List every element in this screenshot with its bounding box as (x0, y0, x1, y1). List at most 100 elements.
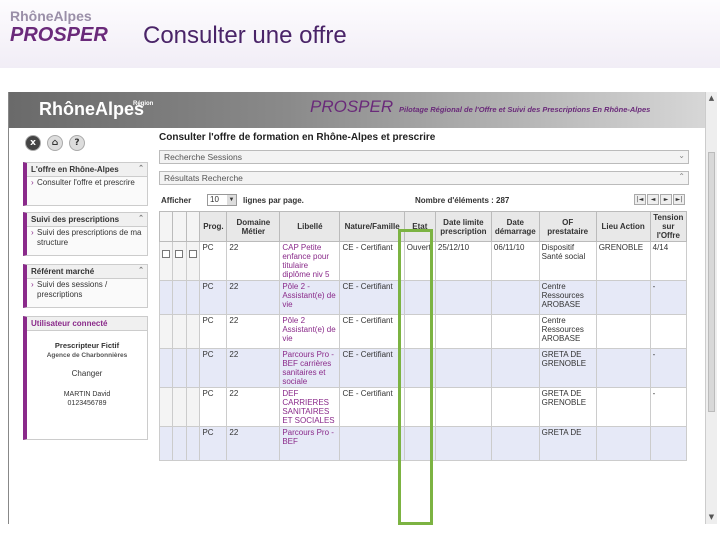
cell-domaine: 22 (226, 387, 281, 427)
banner-logo: RhôneAlpes (39, 99, 145, 119)
edit-icon[interactable] (162, 250, 170, 258)
expand-icon[interactable]: ⌄ (678, 151, 685, 160)
show-label: Afficher (161, 196, 192, 205)
cell-prog: PC (199, 280, 228, 315)
cell-tension (649, 314, 688, 349)
cell-nature: CE - Certifiant (339, 314, 405, 349)
cell-nature: CE - Certifiant (339, 387, 405, 427)
etat-column-highlight (398, 229, 433, 525)
cell-prog: PC (199, 348, 228, 388)
sidebar-heading[interactable]: L'offre en Rhône-Alpes ⌃ (27, 163, 147, 177)
column-header[interactable]: Tension sur l'Offre (649, 211, 688, 242)
collapse-icon[interactable]: ⌃ (678, 172, 685, 181)
icon-col (158, 211, 174, 242)
print-icon[interactable] (175, 250, 184, 258)
close-icon[interactable]: x (25, 135, 41, 151)
per-page-select[interactable]: 10 ▼ (207, 194, 237, 206)
slide-title: Consulter une offre (143, 22, 347, 49)
cell-libelle[interactable]: Parcours Pro - BEF carrières sanitaires … (279, 348, 341, 388)
cell-domaine: 22 (226, 348, 281, 388)
sidebar-link-consulter[interactable]: Consulter l'offre et prescrire (27, 177, 147, 205)
cell-prog: PC (199, 387, 228, 427)
cell-of: GRETA DE GRENOBLE (538, 387, 597, 427)
cell-of: Centre Ressources AROBASE (538, 280, 597, 315)
cell-tension: - (649, 280, 688, 315)
home-icon[interactable]: ⌂ (47, 135, 63, 151)
sidebar-heading[interactable]: Suivi des prescriptions ⌃ (27, 213, 147, 227)
column-header[interactable]: Date démarrage (490, 211, 540, 242)
cell-domaine: 22 (226, 426, 281, 461)
cell-prog: PC (199, 426, 228, 461)
column-header[interactable]: Nature/Famille (339, 211, 405, 242)
cell-libelle[interactable]: DEF CARRIERES SANITAIRES ET SOCIALES (279, 387, 341, 427)
result-count: Nombre d'éléments : 287 (415, 196, 510, 205)
column-header[interactable]: Libellé (279, 211, 341, 242)
cell-lieu (595, 348, 651, 388)
app-banner: RhôneAlpes Région PROSPER Pilotage Régio… (9, 92, 706, 128)
user-agency: Agence de Charbonnières (46, 352, 128, 359)
chevron-down-icon[interactable]: ▼ (227, 195, 236, 205)
slide-logo-prosper: PROSPER (10, 24, 108, 46)
document-icon[interactable] (188, 250, 197, 258)
cell-of: GRETA DE GRENOBLE (538, 348, 597, 388)
search-results-accordion[interactable]: Résultats Recherche ⌃ (159, 171, 689, 185)
cell-date-limite (434, 387, 492, 427)
next-page-icon[interactable]: ► (660, 194, 672, 205)
help-icon[interactable]: ? (69, 135, 85, 151)
cell-tension (649, 426, 688, 461)
cell-date-demarrage: 06/11/10 (490, 241, 540, 281)
cell-libelle[interactable]: Parcours Pro - BEF (279, 426, 341, 461)
app-screenshot: RhôneAlpes Région PROSPER Pilotage Régio… (8, 92, 718, 524)
cell-nature (339, 426, 405, 461)
cell-tension: - (649, 348, 688, 388)
last-page-icon[interactable]: ►| (673, 194, 685, 205)
cell-tension: - (649, 387, 688, 427)
cell-date-limite: 25/12/10 (434, 241, 492, 281)
column-header[interactable]: OF prestataire (538, 211, 597, 242)
cell-date-demarrage (490, 387, 540, 427)
change-user-link[interactable]: Changer (27, 369, 147, 378)
first-page-icon[interactable]: |◄ (634, 194, 646, 205)
prev-page-icon[interactable]: ◄ (647, 194, 659, 205)
cell-libelle[interactable]: Pôle 2 Assistant(e) de vie (279, 314, 341, 349)
cell-libelle[interactable]: CAP Petite enfance pour titulaire diplôm… (279, 241, 341, 281)
collapse-icon[interactable]: ⌃ (138, 164, 144, 172)
cell-date-limite (434, 314, 492, 349)
column-header[interactable]: Prog. (199, 211, 228, 242)
slide-header: RhôneAlpes PROSPER Consulter une offre (0, 0, 720, 68)
vertical-scrollbar[interactable]: ▲ ▼ (705, 92, 717, 524)
cell-nature: CE - Certifiant (339, 348, 405, 388)
scroll-up-icon[interactable]: ▲ (707, 94, 716, 103)
collapse-icon[interactable]: ⌃ (138, 266, 144, 274)
results-toolbar: Afficher 10 ▼ lignes par page. Nombre d'é… (159, 193, 689, 209)
scroll-down-icon[interactable]: ▼ (707, 513, 716, 522)
cell-tension: 4/14 (649, 241, 688, 281)
search-sessions-accordion[interactable]: Recherche Sessions ⌄ (159, 150, 689, 164)
cell-date-demarrage (490, 314, 540, 349)
cell-lieu (595, 426, 651, 461)
cell-lieu (595, 314, 651, 349)
cell-lieu (595, 280, 651, 315)
cell-date-limite (434, 280, 492, 315)
cell-domaine: 22 (226, 241, 281, 281)
sidebar-heading[interactable]: Référent marché ⌃ (27, 265, 147, 279)
per-page-label: lignes par page. (243, 196, 304, 205)
banner-region: Région (133, 101, 154, 107)
scroll-thumb[interactable] (708, 152, 715, 412)
cell-lieu: GRENOBLE (595, 241, 651, 281)
cell-of: GRETA DE (538, 426, 597, 461)
cell-nature: CE - Certifiant (339, 280, 405, 315)
cell-domaine: 22 (226, 314, 281, 349)
icon-col (185, 211, 201, 242)
column-header[interactable]: Date limite prescription (434, 211, 492, 242)
cell-date-demarrage (490, 280, 540, 315)
cell-domaine: 22 (226, 280, 281, 315)
sidebar-link-suivi-sessions[interactable]: Suivi des sessions / prescriptions (27, 279, 147, 307)
collapse-icon[interactable]: ⌃ (138, 214, 144, 222)
column-header[interactable]: Lieu Action (595, 211, 651, 242)
pagination: |◄ ◄ ► ►| (634, 194, 685, 205)
sidebar-panel-suivi: Suivi des prescriptions⌃ Suivi des presc… (23, 212, 148, 256)
column-header[interactable]: Domaine Métier (226, 211, 281, 242)
cell-libelle[interactable]: Pôle 2 - Assistant(e) de vie (279, 280, 341, 315)
sidebar-link-suivi-structure[interactable]: Suivi des prescriptions de ma structure (27, 227, 147, 255)
